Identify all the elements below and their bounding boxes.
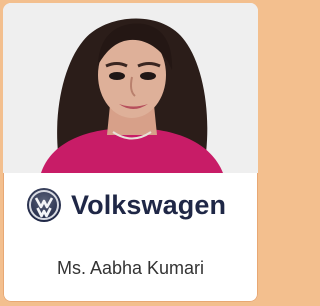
- profile-photo: [3, 3, 258, 173]
- person-name: Ms. Aabha Kumari: [56, 258, 205, 278]
- volkswagen-emblem-icon: [27, 188, 61, 222]
- company-logo-banner: Volkswagen: [22, 173, 240, 238]
- portrait-image: [3, 3, 258, 173]
- profile-card: Volkswagen Ms. Aabha Kumari: [3, 3, 258, 302]
- company-name: Volkswagen: [71, 189, 227, 220]
- company-logo: Volkswagen: [26, 185, 236, 225]
